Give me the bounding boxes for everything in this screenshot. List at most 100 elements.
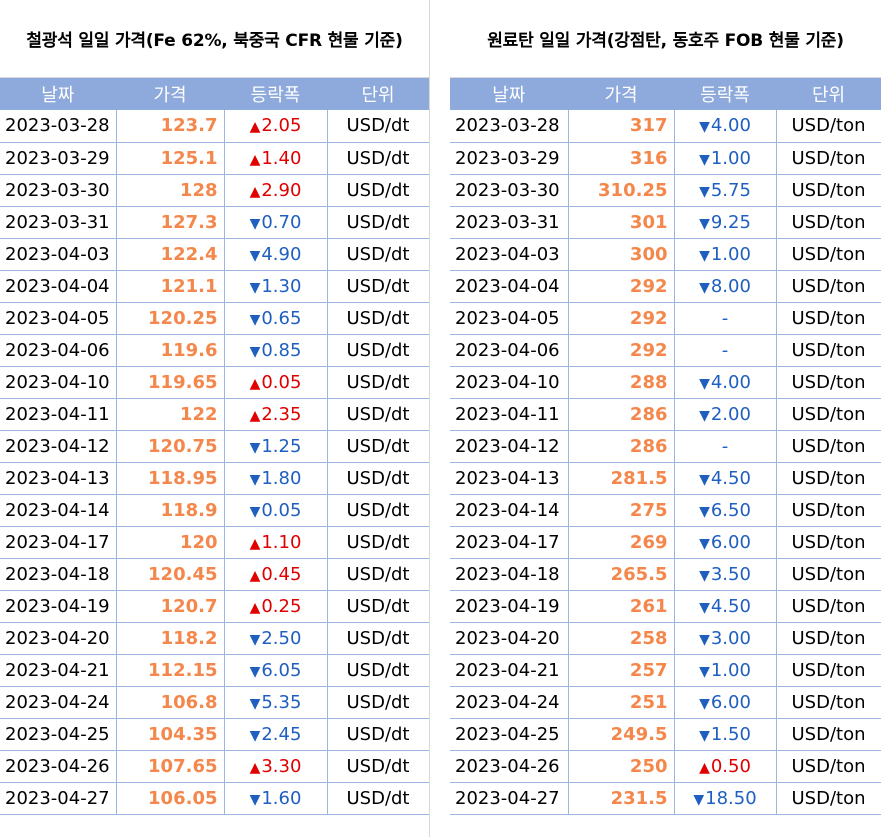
triangle-down-icon: ▼ <box>699 663 710 680</box>
change-value: 9.25 <box>710 211 751 233</box>
triangle-down-icon: ▼ <box>249 311 261 328</box>
triangle-down-icon: ▼ <box>699 535 710 552</box>
table-row: 2023-04-11 286 ▼2.00 USD/ton <box>450 398 881 431</box>
triangle-down-icon: ▼ <box>249 663 261 680</box>
date-cell: 2023-03-28 <box>450 110 569 143</box>
date-cell: 2023-04-14 <box>450 494 569 527</box>
table-row: 2023-04-21 257 ▼1.00 USD/ton <box>450 654 881 687</box>
price-cell: 250 <box>568 750 675 783</box>
triangle-down-icon: ▼ <box>249 279 261 296</box>
unit-cell: USD/dt <box>327 622 430 655</box>
price-cell: 257 <box>568 654 675 687</box>
price-cell: 128 <box>116 174 225 207</box>
triangle-down-icon: ▼ <box>699 599 710 616</box>
triangle-down-icon: ▼ <box>249 791 261 808</box>
change-cell: ▼8.00 <box>674 270 777 303</box>
price-cell: 301 <box>568 206 675 239</box>
table-row: 2023-04-04 292 ▼8.00 USD/ton <box>450 270 881 303</box>
change-cell: ▲2.05 <box>224 110 328 143</box>
iron-ore-title: 철광석 일일 가격(Fe 62%, 북중국 CFR 현물 기준) <box>0 0 429 78</box>
change-cell: ▼1.60 <box>224 782 328 815</box>
triangle-down-icon: ▼ <box>699 119 710 136</box>
table-row: 2023-04-24 106.8 ▼5.35 USD/dt <box>0 686 430 719</box>
table-row: 2023-04-27 106.05 ▼1.60 USD/dt <box>0 782 430 815</box>
change-cell: ▲3.30 <box>224 750 328 783</box>
change-cell: ▼1.00 <box>674 654 777 687</box>
date-cell: 2023-04-25 <box>450 718 569 751</box>
unit-cell: USD/ton <box>776 622 881 655</box>
change-value: 0.05 <box>261 499 302 521</box>
price-cell: 127.3 <box>116 206 225 239</box>
header-date: 날짜 <box>450 78 569 110</box>
unit-cell: USD/ton <box>776 238 881 271</box>
unit-cell: USD/dt <box>327 430 430 463</box>
table-row: 2023-04-27 231.5 ▼18.50 USD/ton <box>450 782 881 815</box>
change-value: 2.50 <box>261 627 302 649</box>
change-cell: ▼9.25 <box>674 206 777 239</box>
unit-cell: USD/dt <box>327 238 430 271</box>
triangle-down-icon: ▼ <box>699 375 710 392</box>
triangle-up-icon: ▲ <box>699 759 710 776</box>
price-cell: 104.35 <box>116 718 225 751</box>
unit-cell: USD/dt <box>327 558 430 591</box>
date-cell: 2023-03-29 <box>450 142 569 175</box>
change-value: - <box>721 435 729 457</box>
price-cell: 122.4 <box>116 238 225 271</box>
unit-cell: USD/dt <box>327 110 430 143</box>
unit-cell: USD/dt <box>327 142 430 175</box>
unit-cell: USD/ton <box>776 174 881 207</box>
triangle-down-icon: ▼ <box>699 183 710 200</box>
price-cell: 249.5 <box>568 718 675 751</box>
triangle-down-icon: ▼ <box>699 471 710 488</box>
iron-ore-table: 날짜 가격 등락폭 단위 2023-03-28 123.7 ▲2.05 USD/dt 2… <box>0 78 430 815</box>
change-value: 2.00 <box>710 403 751 425</box>
change-cell: ▼1.50 <box>674 718 777 751</box>
price-cell: 123.7 <box>116 110 225 143</box>
table-row: 2023-04-21 112.15 ▼6.05 USD/dt <box>0 654 430 687</box>
change-value: 3.30 <box>261 755 302 777</box>
change-cell: ▼5.75 <box>674 174 777 207</box>
price-cell: 265.5 <box>568 558 675 591</box>
change-value: 0.45 <box>261 563 302 585</box>
change-cell: ▼2.45 <box>224 718 328 751</box>
triangle-down-icon: ▼ <box>699 727 710 744</box>
header-price: 가격 <box>116 78 225 110</box>
unit-cell: USD/dt <box>327 750 430 783</box>
date-cell: 2023-04-04 <box>450 270 569 303</box>
table-row: 2023-04-06 119.6 ▼0.85 USD/dt <box>0 334 430 367</box>
change-value: 2.45 <box>261 723 302 745</box>
price-cell: 122 <box>116 398 225 431</box>
date-cell: 2023-04-06 <box>450 334 569 367</box>
change-value: 3.00 <box>710 627 751 649</box>
date-cell: 2023-03-30 <box>0 174 117 207</box>
unit-cell: USD/ton <box>776 398 881 431</box>
header-price: 가격 <box>568 78 675 110</box>
date-cell: 2023-03-31 <box>0 206 117 239</box>
change-value: 18.50 <box>705 787 757 809</box>
change-cell: ▼1.30 <box>224 270 328 303</box>
change-value: 0.70 <box>261 211 302 233</box>
price-cell: 231.5 <box>568 782 675 815</box>
change-value: 0.85 <box>261 339 302 361</box>
change-value: 2.35 <box>261 403 302 425</box>
change-cell: ▼6.50 <box>674 494 777 527</box>
unit-cell: USD/dt <box>327 174 430 207</box>
coking-coal-title: 원료탄 일일 가격(강점탄, 동호주 FOB 현물 기준) <box>450 0 881 78</box>
triangle-down-icon: ▼ <box>249 695 261 712</box>
change-cell: ▼2.00 <box>674 398 777 431</box>
price-cell: 118.9 <box>116 494 225 527</box>
change-cell: ▼6.00 <box>674 526 777 559</box>
change-cell: - <box>674 302 777 335</box>
change-value: 6.00 <box>710 691 751 713</box>
unit-cell: USD/ton <box>776 494 881 527</box>
price-cell: 286 <box>568 398 675 431</box>
date-cell: 2023-04-24 <box>0 686 117 719</box>
coking-coal-rows: 2023-03-28 317 ▼4.00 USD/ton 2023-03-29 316 ▼1… <box>450 110 881 815</box>
date-cell: 2023-04-18 <box>450 558 569 591</box>
table-row: 2023-04-03 122.4 ▼4.90 USD/dt <box>0 238 430 271</box>
change-value: 1.00 <box>710 147 751 169</box>
date-cell: 2023-04-26 <box>0 750 117 783</box>
price-cell: 261 <box>568 590 675 623</box>
change-cell: - <box>674 334 777 367</box>
table-row: 2023-04-14 118.9 ▼0.05 USD/dt <box>0 494 430 527</box>
